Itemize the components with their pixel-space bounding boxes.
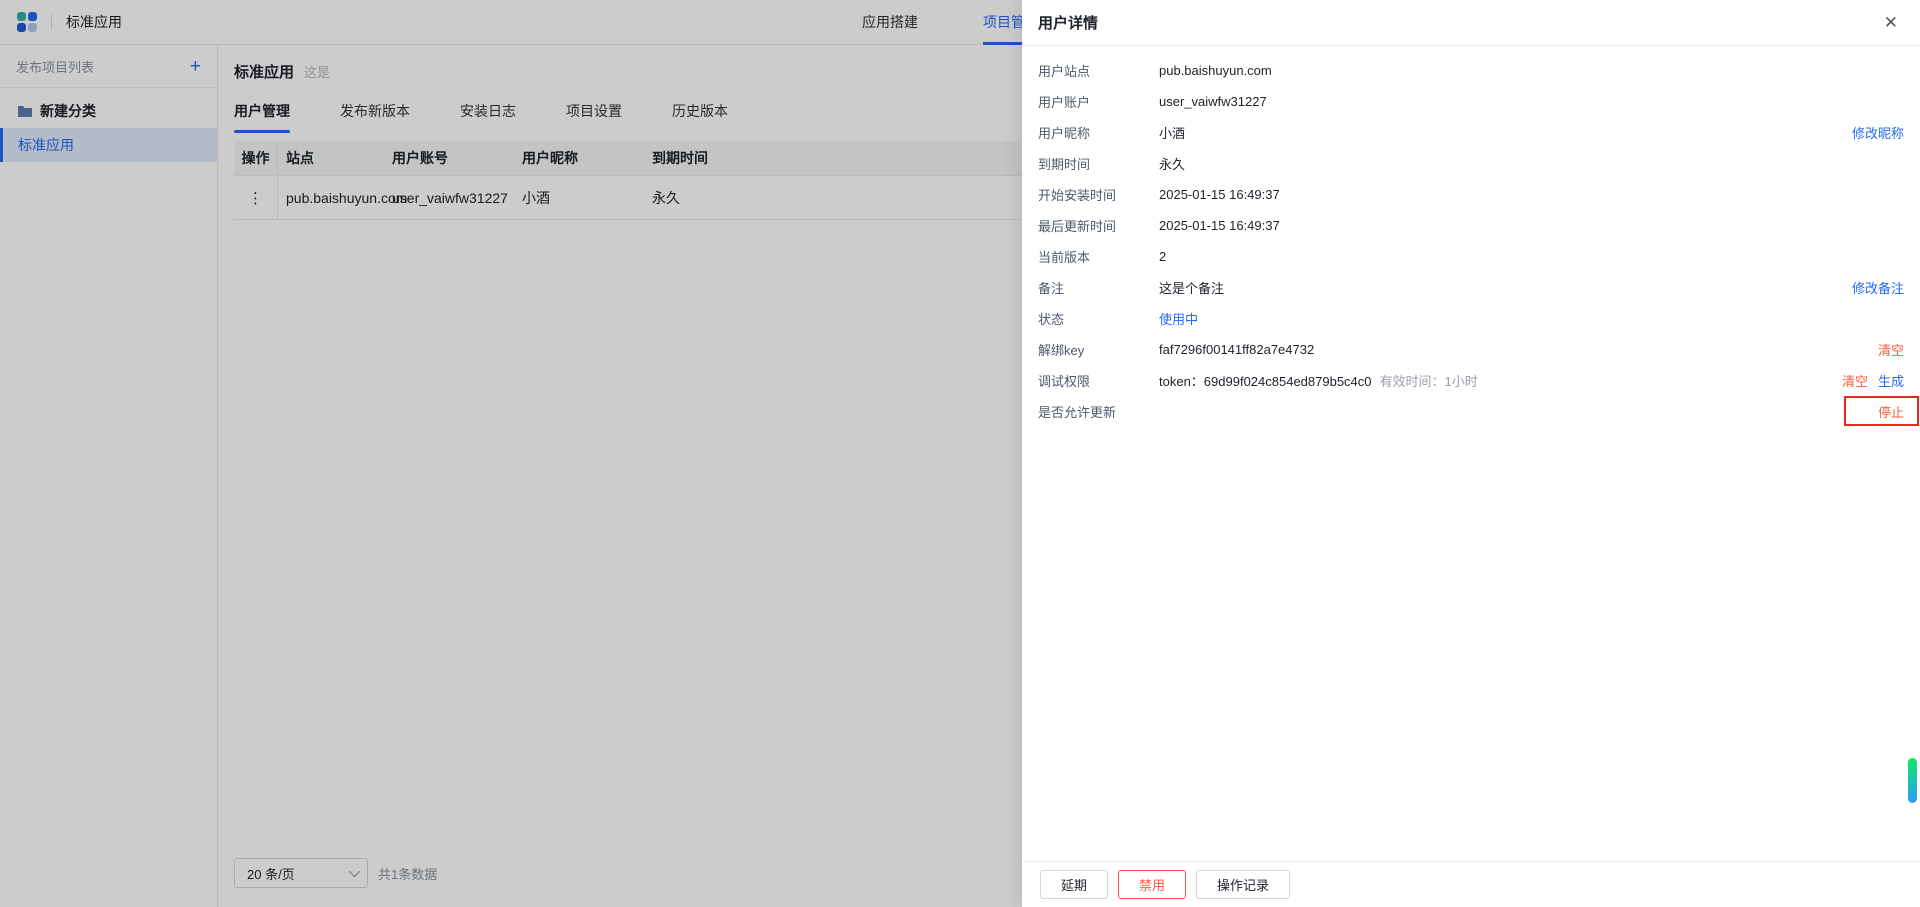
field-row-remark: 备注 这是个备注 修改备注 <box>1038 272 1904 303</box>
drawer-header: 用户详情 ✕ <box>1022 0 1920 46</box>
stop-annotation-box: 停止 <box>1844 396 1919 426</box>
field-label: 到期时间 <box>1038 154 1159 173</box>
disable-button[interactable]: 禁用 <box>1118 870 1186 899</box>
field-row-current-version: 当前版本 2 <box>1038 241 1904 272</box>
field-row-install-time: 开始安装时间 2025-01-15 16:49:37 <box>1038 179 1904 210</box>
field-row-expiry: 到期时间 永久 <box>1038 148 1904 179</box>
field-row-nickname: 用户昵称 小酒 修改昵称 <box>1038 117 1904 148</box>
field-value: 永久 <box>1159 154 1185 173</box>
field-value: user_vaiwfw31227 <box>1159 94 1267 109</box>
field-value: 2025-01-15 16:49:37 <box>1159 218 1280 233</box>
drawer-footer: 延期 禁用 操作记录 <box>1022 861 1920 907</box>
field-row-allow-update: 是否允许更新 停止 <box>1038 396 1904 427</box>
field-label: 用户账户 <box>1038 92 1159 111</box>
field-label: 解绑key <box>1038 340 1159 359</box>
operation-records-button[interactable]: 操作记录 <box>1196 870 1290 899</box>
field-value: 2 <box>1159 249 1166 264</box>
field-value: pub.baishuyun.com <box>1159 63 1272 78</box>
clear-token-link[interactable]: 清空 <box>1842 371 1868 390</box>
field-row-unbind-key: 解绑key faf7296f00141ff82a7e4732 清空 <box>1038 334 1904 365</box>
token-validity-note: 有效时间：1小时 <box>1380 371 1478 390</box>
app-root: 标准应用 应用搭建 项目管理 发布项目列表 + 新建分类 标准应用 标准应用 这… <box>0 0 1920 907</box>
drawer-body: 用户站点 pub.baishuyun.com 用户账户 user_vaiwfw3… <box>1022 46 1920 427</box>
field-value: 2025-01-15 16:49:37 <box>1159 187 1280 202</box>
field-label: 是否允许更新 <box>1038 402 1159 421</box>
field-label: 备注 <box>1038 278 1159 297</box>
field-label: 开始安装时间 <box>1038 185 1159 204</box>
field-row-user-account: 用户账户 user_vaiwfw31227 <box>1038 86 1904 117</box>
field-value: 这是个备注 <box>1159 278 1224 297</box>
drawer-title: 用户详情 <box>1038 12 1098 33</box>
token-value: token：69d99f024c854ed879b5c4c0 <box>1159 371 1372 390</box>
field-row-status: 状态 使用中 <box>1038 303 1904 334</box>
field-label: 当前版本 <box>1038 247 1159 266</box>
clear-key-link[interactable]: 清空 <box>1878 340 1904 359</box>
stop-update-link[interactable]: 停止 <box>1878 402 1904 421</box>
status-value[interactable]: 使用中 <box>1159 309 1198 328</box>
field-label: 用户昵称 <box>1038 123 1159 142</box>
generate-token-link[interactable]: 生成 <box>1878 371 1904 390</box>
field-value: faf7296f00141ff82a7e4732 <box>1159 342 1314 357</box>
field-row-debug-permission: 调试权限 token：69d99f024c854ed879b5c4c0 有效时间… <box>1038 365 1904 396</box>
edit-nickname-link[interactable]: 修改昵称 <box>1852 123 1904 142</box>
field-label: 调试权限 <box>1038 371 1159 390</box>
edit-remark-link[interactable]: 修改备注 <box>1852 278 1904 297</box>
close-icon[interactable]: ✕ <box>1884 14 1898 31</box>
field-value: 小酒 <box>1159 123 1185 142</box>
helper-handle[interactable] <box>1908 758 1917 803</box>
field-row-update-time: 最后更新时间 2025-01-15 16:49:37 <box>1038 210 1904 241</box>
extend-button[interactable]: 延期 <box>1040 870 1108 899</box>
user-detail-drawer: 用户详情 ✕ 用户站点 pub.baishuyun.com 用户账户 user_… <box>1022 0 1920 907</box>
field-row-user-site: 用户站点 pub.baishuyun.com <box>1038 55 1904 86</box>
field-label: 用户站点 <box>1038 61 1159 80</box>
field-label: 最后更新时间 <box>1038 216 1159 235</box>
field-label: 状态 <box>1038 309 1159 328</box>
